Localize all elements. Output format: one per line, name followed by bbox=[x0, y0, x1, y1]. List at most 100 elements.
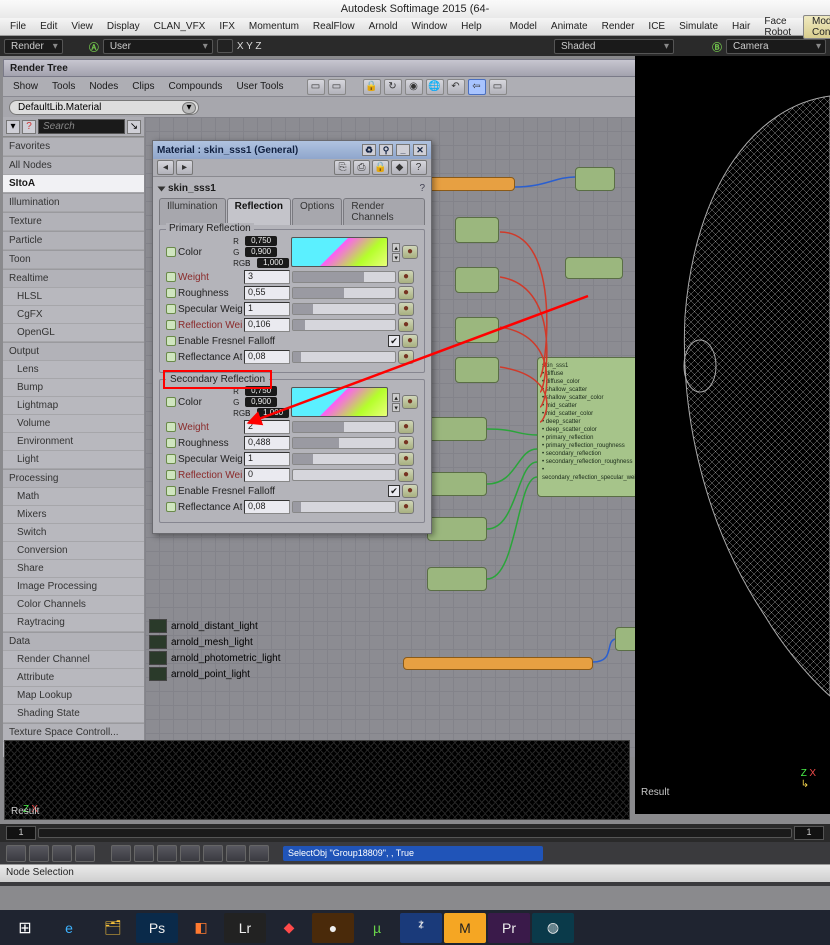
menu-facerobot[interactable]: Face Robot bbox=[758, 15, 797, 39]
sidebar-item[interactable]: Lens bbox=[3, 361, 144, 379]
tab-render-channels[interactable]: Render Channels bbox=[343, 198, 425, 225]
grid3-icon[interactable] bbox=[203, 845, 223, 862]
connect-icon[interactable]: ● bbox=[402, 245, 418, 259]
snap2-icon[interactable] bbox=[134, 845, 154, 862]
slider-track[interactable] bbox=[292, 287, 396, 299]
graph-node[interactable] bbox=[455, 317, 499, 343]
param-value-input[interactable]: 1 bbox=[244, 452, 290, 466]
param-value-input[interactable]: 0,08 bbox=[244, 350, 290, 364]
param-value-input[interactable]: 0 bbox=[244, 468, 290, 482]
keyframe-icon[interactable] bbox=[166, 352, 176, 362]
color-swatch[interactable] bbox=[291, 387, 388, 417]
slider-track[interactable] bbox=[292, 303, 396, 315]
lock-icon[interactable]: 🔒 bbox=[363, 79, 381, 95]
checkbox[interactable]: ✔ bbox=[388, 485, 400, 497]
keyframe-icon[interactable] bbox=[166, 304, 176, 314]
keyframe-icon[interactable] bbox=[166, 502, 176, 512]
connect-icon[interactable]: ● bbox=[398, 420, 414, 434]
material-select[interactable]: DefaultLib.Material ▾ bbox=[9, 100, 199, 115]
menu-view[interactable]: View bbox=[65, 20, 99, 33]
rt-nodes[interactable]: Nodes bbox=[83, 80, 124, 93]
globe-icon[interactable]: 🌐 bbox=[426, 79, 444, 95]
keyframe-icon[interactable] bbox=[166, 470, 176, 480]
collapse-icon[interactable]: ▭ bbox=[307, 79, 325, 95]
search-input[interactable]: Search bbox=[38, 119, 125, 134]
ppg-min-icon[interactable]: _ bbox=[396, 144, 410, 156]
lightroom-icon[interactable]: Lr bbox=[224, 913, 266, 943]
slider-track[interactable] bbox=[292, 351, 396, 363]
search-menu-icon[interactable]: ▾ bbox=[6, 120, 20, 134]
ppg-object-line[interactable]: skin_sss1 ? bbox=[159, 181, 425, 196]
list-item[interactable]: arnold_point_light bbox=[171, 669, 250, 680]
key-icon[interactable]: ◆ bbox=[391, 160, 408, 175]
sidebar-item[interactable]: Toon bbox=[3, 250, 144, 269]
connect-icon[interactable]: ● bbox=[398, 436, 414, 450]
graph-node[interactable] bbox=[455, 267, 499, 293]
sidebar-item[interactable]: Bump bbox=[3, 379, 144, 397]
timeline-track[interactable] bbox=[38, 828, 792, 838]
menu-display[interactable]: Display bbox=[101, 20, 146, 33]
timeline[interactable]: 1 1 bbox=[0, 824, 830, 842]
menu-model[interactable]: Model bbox=[504, 20, 543, 33]
premiere-icon[interactable]: Pr bbox=[488, 913, 530, 943]
slider-track[interactable] bbox=[292, 319, 396, 331]
sidebar-item[interactable]: Environment bbox=[3, 433, 144, 451]
app-orange-icon[interactable]: ◧ bbox=[180, 913, 222, 943]
app-brown-icon[interactable]: ● bbox=[312, 913, 354, 943]
camera-viewport[interactable]: Result Z X↳ bbox=[635, 56, 830, 814]
graph-node[interactable] bbox=[575, 167, 615, 191]
sidebar-item[interactable]: Image Processing bbox=[3, 578, 144, 596]
refresh-icon[interactable]: ↻ bbox=[384, 79, 402, 95]
menu-help[interactable]: Help bbox=[455, 20, 488, 33]
snap3-icon[interactable] bbox=[157, 845, 177, 862]
graph-node[interactable] bbox=[455, 217, 499, 243]
menu-file[interactable]: File bbox=[4, 20, 32, 33]
ppg-recycle-icon[interactable]: ♻ bbox=[362, 144, 376, 156]
menu-animate[interactable]: Animate bbox=[545, 20, 594, 33]
search-help-icon[interactable]: ? bbox=[22, 120, 36, 134]
menu-arnold[interactable]: Arnold bbox=[363, 20, 404, 33]
timeline-start[interactable]: 1 bbox=[6, 826, 36, 840]
play-first-icon[interactable] bbox=[6, 845, 26, 862]
slider-track[interactable] bbox=[292, 469, 396, 481]
menu-realflow[interactable]: RealFlow bbox=[307, 20, 361, 33]
photoshop-icon[interactable]: Ps bbox=[136, 913, 178, 943]
sidebar-item[interactable]: Volume bbox=[3, 415, 144, 433]
marvelous-icon[interactable]: M bbox=[444, 913, 486, 943]
utorrent-icon[interactable]: µ bbox=[356, 913, 398, 943]
connect-icon[interactable]: ● bbox=[398, 286, 414, 300]
keyframe-icon[interactable] bbox=[166, 438, 176, 448]
sidebar-item[interactable]: Conversion bbox=[3, 542, 144, 560]
search-go-icon[interactable]: ↘ bbox=[127, 120, 141, 134]
graph-node[interactable] bbox=[565, 257, 623, 279]
sidebar-item[interactable]: Processing bbox=[3, 469, 144, 488]
view-camera-combo[interactable]: Camera bbox=[726, 39, 826, 54]
sidebar-item[interactable]: Illumination bbox=[3, 193, 144, 212]
connect-icon[interactable]: ● bbox=[402, 484, 418, 498]
sidebar-item[interactable]: Attribute bbox=[3, 669, 144, 687]
slider-track[interactable] bbox=[292, 271, 396, 283]
sidebar-item[interactable]: Switch bbox=[3, 524, 144, 542]
sidebar-item[interactable]: Color Channels bbox=[3, 596, 144, 614]
sidebar-item[interactable]: Render Channel bbox=[3, 651, 144, 669]
keyframe-icon[interactable] bbox=[166, 288, 176, 298]
zbrush-icon[interactable]: ᙇ bbox=[400, 913, 442, 943]
sidebar-item[interactable]: SItoA bbox=[3, 175, 144, 193]
object-help-icon[interactable]: ? bbox=[419, 183, 425, 194]
palette-icon[interactable] bbox=[29, 845, 49, 862]
param-value-input[interactable]: 0,08 bbox=[244, 500, 290, 514]
connect-icon[interactable]: ● bbox=[398, 270, 414, 284]
timeline-end[interactable]: 1 bbox=[794, 826, 824, 840]
next-icon[interactable]: ▸ bbox=[176, 160, 193, 175]
softimage-icon[interactable]: ◍ bbox=[532, 913, 574, 943]
command-echo[interactable]: SelectObj "Group18809", , True bbox=[283, 846, 543, 861]
tab-illumination[interactable]: Illumination bbox=[159, 198, 226, 225]
sidebar-item[interactable]: OpenGL bbox=[3, 324, 144, 342]
connect-icon[interactable]: ● bbox=[398, 468, 414, 482]
checkbox[interactable]: ✔ bbox=[388, 335, 400, 347]
ie-icon[interactable]: e bbox=[48, 913, 90, 943]
menu-ifx[interactable]: IFX bbox=[213, 20, 241, 33]
grid4-icon[interactable] bbox=[226, 845, 246, 862]
graph-node[interactable] bbox=[427, 472, 487, 496]
viewport-bottom[interactable]: Z X Result bbox=[4, 740, 630, 820]
